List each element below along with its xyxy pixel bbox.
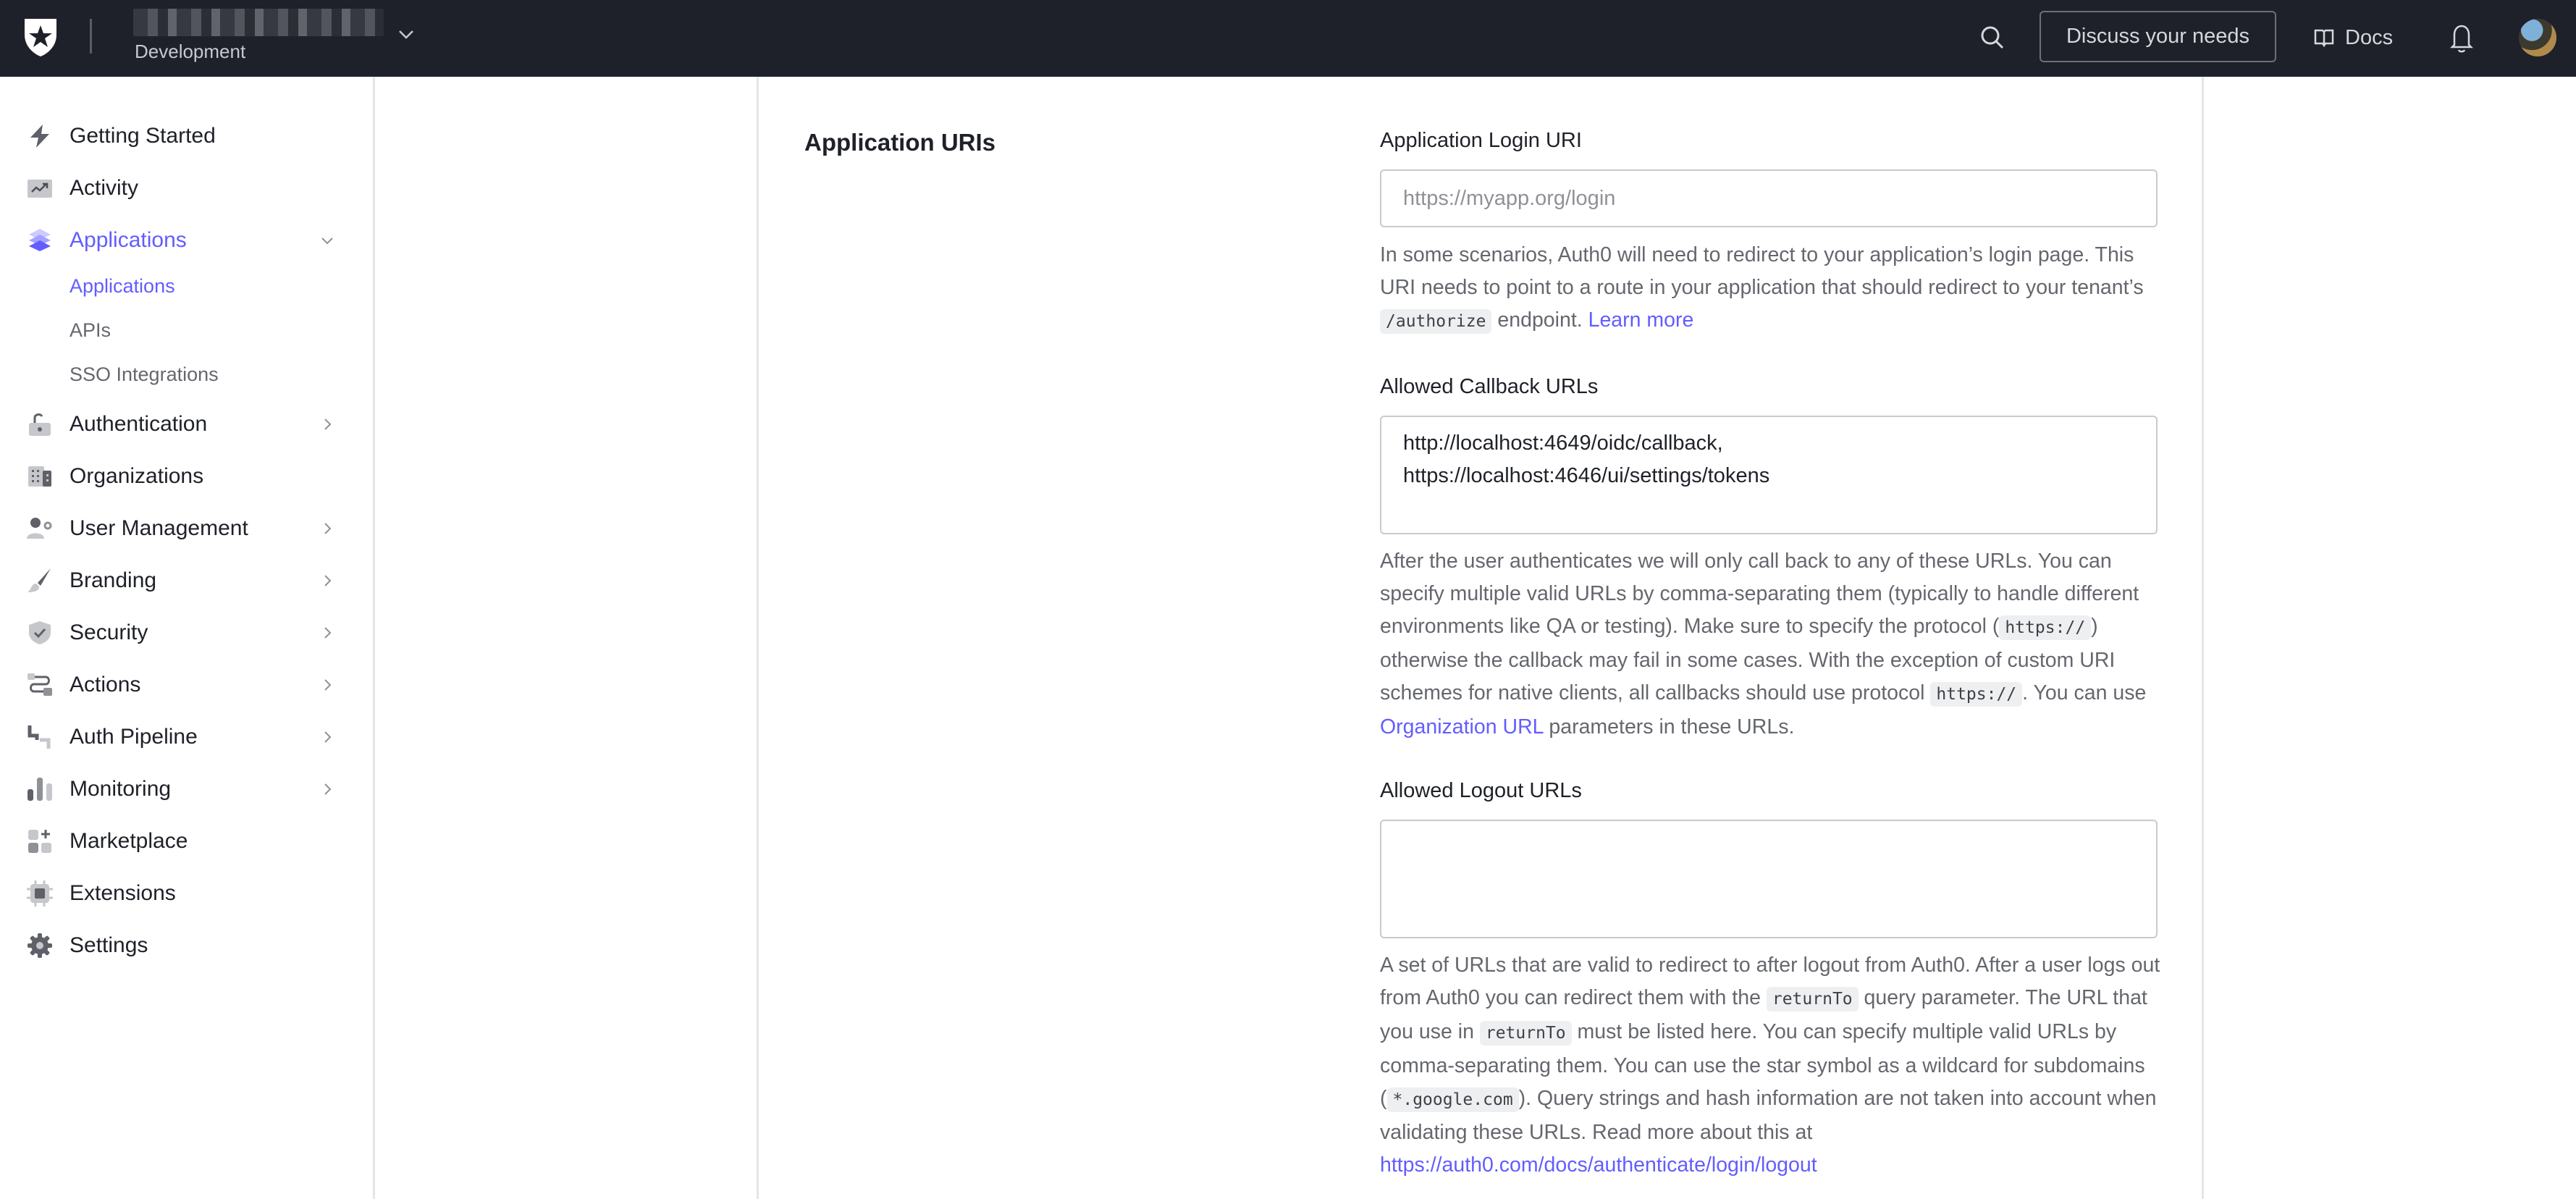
trending-chart-icon [28,180,52,198]
docs-link[interactable]: Docs [2313,22,2393,54]
grid-plus-icon [28,830,51,853]
login-uri-help: In some scenarios, Auth0 will need to re… [1380,239,2169,338]
sidebar-item-label: Applications [70,228,187,252]
tenant-environment[interactable]: Development [135,41,245,63]
chevron-right-icon [324,783,332,795]
book-icon [2314,29,2334,48]
shield-check-icon [29,621,51,644]
chevron-right-icon [324,627,332,639]
chevron-down-icon[interactable] [320,233,334,248]
sidebar-subitem-apis[interactable]: APIs [70,319,111,342]
sidebar-item-label: Security [70,620,148,644]
flow-icon [28,673,52,696]
code-returnto: returnTo [1766,987,1859,1011]
code-wildcard-domain: *.google.com [1386,1087,1519,1112]
auth0-logo-icon[interactable] [22,16,59,58]
code-https: https:// [1930,682,2023,707]
code-returnto: returnTo [1479,1021,1572,1046]
pipe-icon [28,725,51,749]
building-icon [28,466,51,487]
logout-docs-link[interactable]: https://auth0.com/docs/authenticate/logi… [1380,1153,1817,1177]
sidebar-item-applications[interactable]: Applications [0,219,373,262]
chevron-right-icon [324,523,332,534]
learn-more-link[interactable]: Learn more [1588,308,1694,332]
bar-chart-icon [28,778,52,801]
sidebar-item-label: Auth Pipeline [70,725,198,749]
chevron-right-icon [324,679,332,691]
sidebar-item-monitoring[interactable]: Monitoring [0,767,373,811]
sidebar-item-user-management[interactable]: User Management [0,507,373,550]
tenant-name-redacted[interactable] [133,9,384,36]
sidebar-subitem-applications[interactable]: Applications [70,275,175,298]
sidebar-item-label: Settings [70,933,148,957]
login-uri-input[interactable] [1380,169,2158,227]
login-uri-label: Application Login URI [1380,129,1582,152]
sidebar-item-settings[interactable]: Settings [0,924,373,967]
callback-urls-help: After the user authenticates we will onl… [1380,550,2147,739]
code-https: https:// [1999,615,2092,640]
gear-icon [28,933,52,958]
top-navigation-bar: Development Discuss your needs Docs [0,0,2576,77]
discuss-your-needs-button[interactable]: Discuss your needs [2040,11,2276,62]
sidebar-navigation: Getting Started Activity Applications Ap… [0,77,375,1199]
sidebar-item-activity[interactable]: Activity [0,167,373,210]
logout-urls-textarea[interactable] [1380,820,2158,938]
sidebar-item-label: User Management [70,516,248,540]
sidebar-item-label: Marketplace [70,829,188,853]
chip-icon [27,880,53,906]
callback-urls-textarea[interactable] [1380,416,2158,534]
code-authorize: /authorize [1380,309,1492,334]
sidebar-item-label: Organizations [70,464,204,488]
lightning-icon [30,125,49,148]
sidebar-subitem-sso-integrations[interactable]: SSO Integrations [70,363,219,386]
docs-label: Docs [2345,25,2394,49]
paintbrush-icon [28,568,51,592]
sidebar-item-marketplace[interactable]: Marketplace [0,820,373,863]
header-divider [90,19,92,54]
logout-urls-label: Allowed Logout URLs [1380,779,1582,802]
search-icon[interactable] [1978,23,2007,52]
sidebar-item-label: Monitoring [70,777,172,801]
user-avatar[interactable] [2519,19,2556,56]
chevron-down-icon[interactable] [397,28,416,42]
sidebar-item-extensions[interactable]: Extensions [0,872,373,915]
sidebar-item-auth-pipeline[interactable]: Auth Pipeline [0,715,373,759]
chevron-right-icon [324,418,332,430]
sidebar-item-organizations[interactable]: Organizations [0,455,373,498]
layers-icon [29,229,51,251]
sidebar-item-security[interactable]: Security [0,611,373,655]
sidebar-item-getting-started[interactable]: Getting Started [0,114,373,158]
sidebar-item-label: Branding [70,568,157,592]
section-title: Application URIs [804,129,996,156]
sidebar-item-branding[interactable]: Branding [0,559,373,602]
user-gear-icon [27,518,52,539]
sidebar-item-label: Authentication [70,412,208,436]
sidebar-item-authentication[interactable]: Authentication [0,403,373,446]
sidebar-item-label: Activity [70,176,139,200]
chevron-right-icon [324,575,332,586]
unlock-icon [29,413,51,436]
bell-icon[interactable] [2447,22,2476,55]
callback-urls-label: Allowed Callback URLs [1380,375,1599,398]
sidebar-item-label: Actions [70,673,141,697]
logout-urls-help: A set of URLs that are valid to redirect… [1380,954,2160,1177]
sidebar-item-label: Extensions [70,881,176,905]
chevron-right-icon [324,731,332,743]
organization-url-link[interactable]: Organization URL [1380,715,1543,739]
sidebar-item-actions[interactable]: Actions [0,663,373,707]
sidebar-item-label: Getting Started [70,124,216,148]
